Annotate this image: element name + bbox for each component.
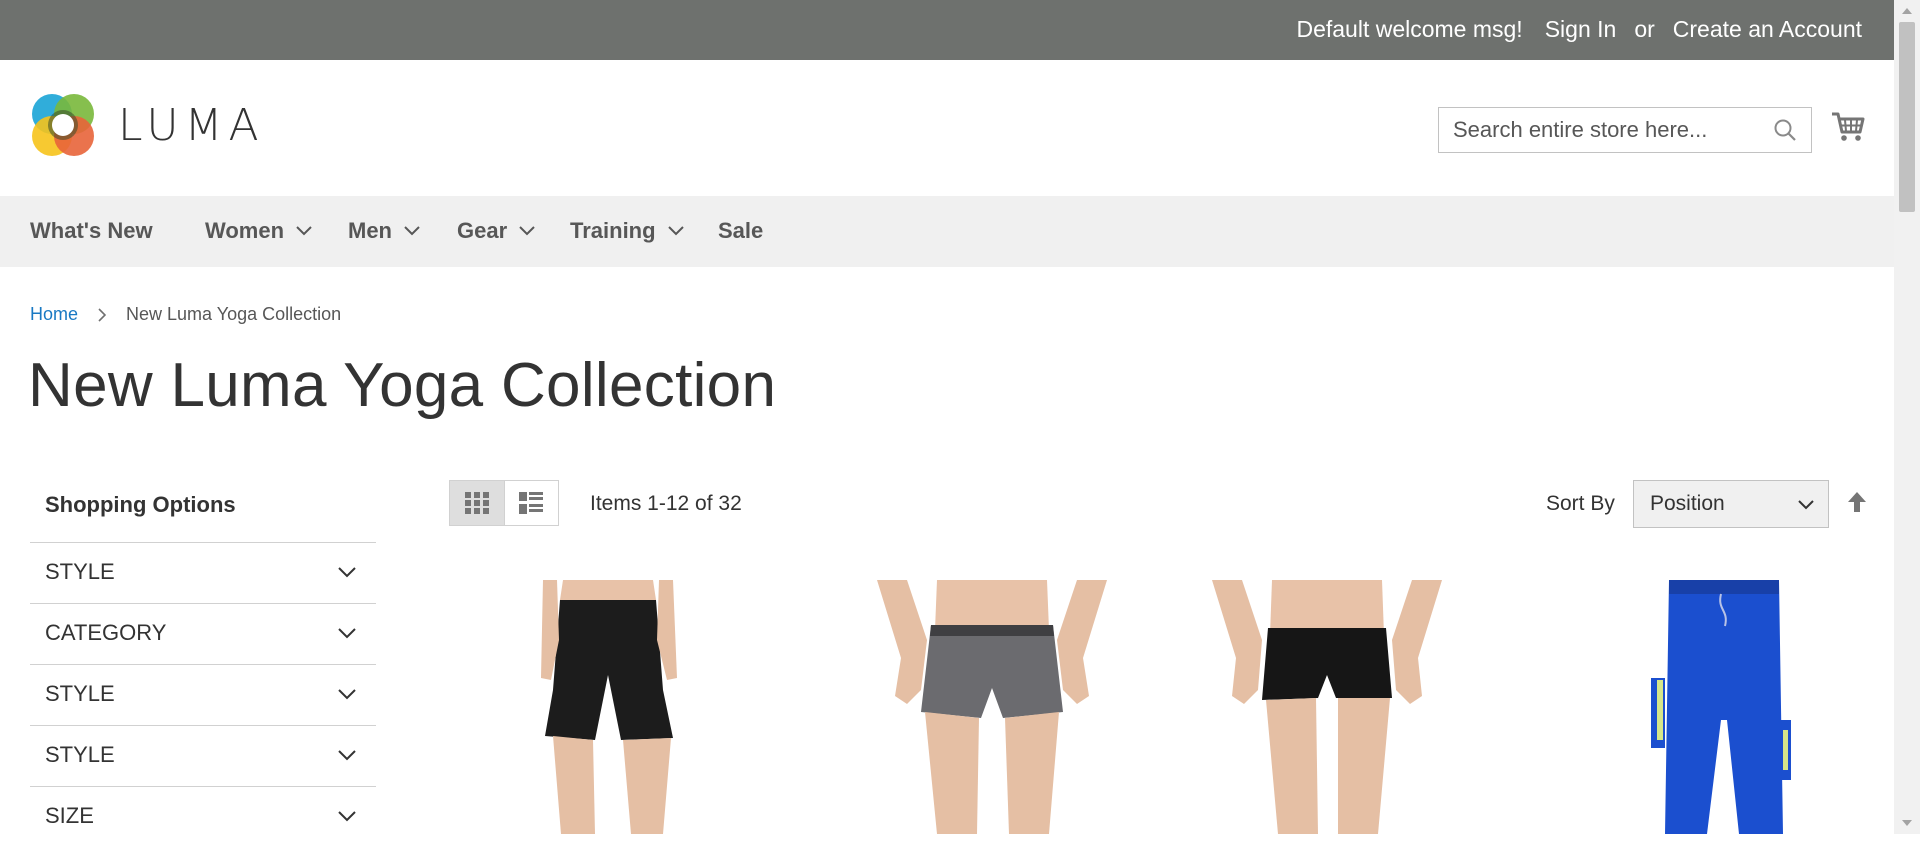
sort-by-value: Position [1650,492,1725,515]
search-input[interactable] [1439,108,1787,152]
sign-in-link[interactable]: Sign In [1545,16,1617,43]
filter-label: STYLE [45,559,115,584]
chevron-down-icon [296,226,312,236]
chevron-right-icon [98,307,107,322]
chevron-down-icon [1798,500,1814,510]
chevron-down-icon [338,689,356,700]
nav-item-label: Training [570,218,656,243]
sort-by-label: Sort By [1546,492,1615,515]
luma-logo-icon[interactable] [30,92,96,158]
list-icon [519,492,544,514]
filter-size[interactable]: SIZE [30,786,376,847]
nav-item-whats-new[interactable]: What's New [30,218,153,244]
nav-item-label: Women [205,218,285,243]
nav-item-sale[interactable]: Sale [718,218,763,244]
product-image[interactable] [877,580,1107,834]
nav-item-men[interactable]: Men [348,218,420,244]
page-scrollbar[interactable] [1894,0,1920,834]
nav-item-training[interactable]: Training [570,218,684,244]
filter-category[interactable]: CATEGORY [30,603,376,664]
filter-label: STYLE [45,681,115,706]
nav-item-label: Men [348,218,392,243]
filter-label: CATEGORY [45,620,167,645]
chevron-down-icon [519,226,535,236]
chevron-down-icon [667,226,684,236]
product-image[interactable] [1629,580,1819,834]
toolbar-amount: Items 1-12 of 32 [590,492,742,515]
nav-item-label: Gear [457,218,508,243]
sort-by-select[interactable]: Position [1633,480,1829,528]
logo-text[interactable]: LUMA [118,100,265,151]
chevron-down-icon [338,567,356,578]
scroll-down-arrow[interactable] [1902,820,1912,826]
nav-item-label: Sale [718,218,764,243]
product-image[interactable] [1212,580,1442,834]
or-text: or [1634,16,1655,42]
shopping-options-sidebar: Shopping Options STYLE CATEGORY STYLE ST… [30,480,376,847]
cart-icon[interactable] [1830,108,1866,144]
filter-style[interactable]: STYLE [30,664,376,725]
scroll-up-arrow[interactable] [1902,8,1912,14]
product-image[interactable] [523,580,693,834]
nav-item-gear[interactable]: Gear [457,218,535,244]
chevron-down-icon [338,750,356,761]
sort-ascending-arrow-icon[interactable] [1846,490,1868,514]
view-mode-switcher [449,480,559,526]
nav-item-label: What's New [30,218,153,243]
breadcrumb: Home New Luma Yoga Collection [30,304,341,325]
scroll-thumb[interactable] [1899,22,1915,212]
create-account-link[interactable]: Create an Account [1673,16,1862,43]
search-box [1438,107,1812,153]
header-links: Default welcome msg! Sign In or Create a… [1296,16,1862,43]
welcome-message: Default welcome msg! [1296,16,1523,42]
search-icon[interactable] [1773,118,1797,142]
breadcrumb-home-link[interactable]: Home [30,304,78,325]
filter-label: STYLE [45,742,115,767]
top-bar: Default welcome msg! Sign In or Create a… [0,0,1894,60]
grid-view-button[interactable] [450,481,505,525]
filter-style[interactable]: STYLE [30,542,376,603]
site-header: LUMA [0,60,1894,196]
chevron-down-icon [338,811,356,822]
page-title: New Luma Yoga Collection [28,351,777,420]
products-toolbar: Items 1-12 of 32 Sort By Position [449,480,1868,528]
main-navigation: What's New Women Men Gear Training Sale [0,196,1894,267]
breadcrumb-current: New Luma Yoga Collection [126,304,342,324]
nav-item-women[interactable]: Women [205,218,312,244]
list-view-button[interactable] [505,481,559,525]
chevron-down-icon [404,226,420,236]
grid-icon [464,492,489,514]
filter-label: SIZE [45,803,94,828]
filter-style[interactable]: STYLE [30,725,376,786]
shopping-options-title: Shopping Options [45,492,236,517]
chevron-down-icon [338,628,356,639]
product-grid [449,580,1865,834]
